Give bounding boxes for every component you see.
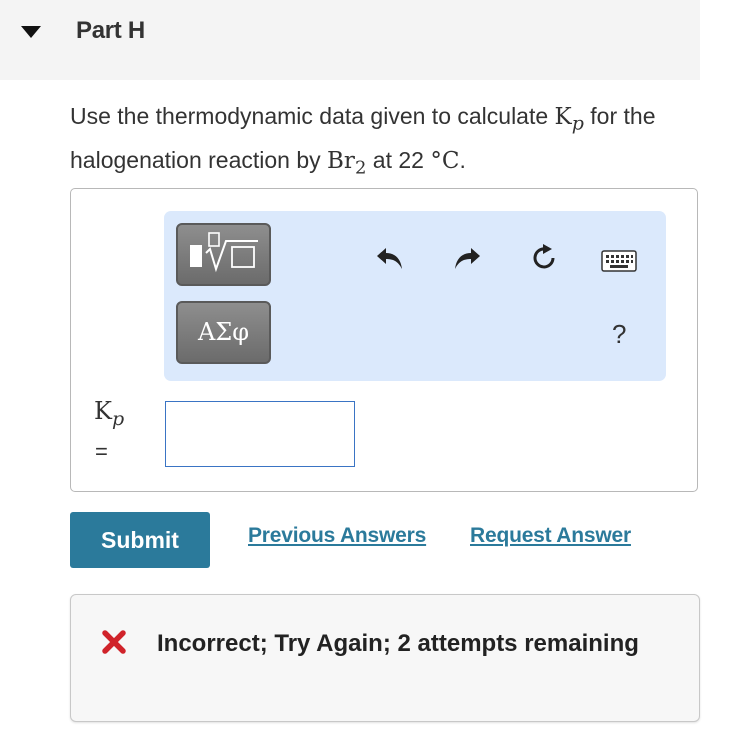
- part-title: Part H: [76, 17, 145, 44]
- submit-button[interactable]: Submit: [70, 512, 210, 568]
- redo-icon[interactable]: [452, 246, 482, 277]
- question-text-start: Use the thermodynamic data given to calc…: [70, 103, 555, 129]
- question-period: .: [459, 146, 466, 173]
- keyboard-icon[interactable]: [601, 250, 637, 277]
- undo-icon[interactable]: [375, 246, 405, 277]
- greek-symbols-label: ΑΣφ: [197, 318, 250, 346]
- greek-symbols-button[interactable]: ΑΣφ: [176, 301, 271, 364]
- math-toolbar: ΑΣφ ?: [164, 211, 666, 381]
- equals-sign: =: [95, 439, 108, 464]
- answer-label-k: K: [94, 397, 112, 425]
- help-button[interactable]: ?: [612, 319, 626, 350]
- kp-symbol-subscript: p: [571, 112, 584, 135]
- answer-label-subscript: p: [111, 407, 125, 430]
- feedback-box: Incorrect; Try Again; 2 attempts remaini…: [70, 594, 700, 722]
- answer-label: Kp: [94, 397, 124, 430]
- molecule-subscript: 2: [354, 157, 367, 179]
- answer-input[interactable]: [165, 401, 355, 467]
- previous-answers-link[interactable]: Previous Answers: [248, 524, 426, 548]
- molecule-formula: Br2: [327, 147, 366, 179]
- temperature-unit: °C: [430, 147, 460, 174]
- kp-symbol-k: K: [554, 104, 572, 130]
- collapse-triangle-icon[interactable]: [21, 26, 41, 45]
- question-text-end: at 22: [366, 146, 431, 173]
- reset-icon[interactable]: [531, 244, 559, 277]
- feedback-message: Incorrect; Try Again; 2 attempts remaini…: [157, 630, 639, 657]
- templates-button[interactable]: [176, 223, 271, 286]
- part-header: Part H: [0, 0, 700, 80]
- answer-panel: ΑΣφ ? Kp =: [70, 188, 698, 492]
- molecule-name: Br: [327, 147, 355, 174]
- question-text: Use the thermodynamic data given to calc…: [70, 98, 710, 186]
- request-answer-link[interactable]: Request Answer: [470, 524, 631, 548]
- kp-symbol: Kp: [554, 104, 584, 135]
